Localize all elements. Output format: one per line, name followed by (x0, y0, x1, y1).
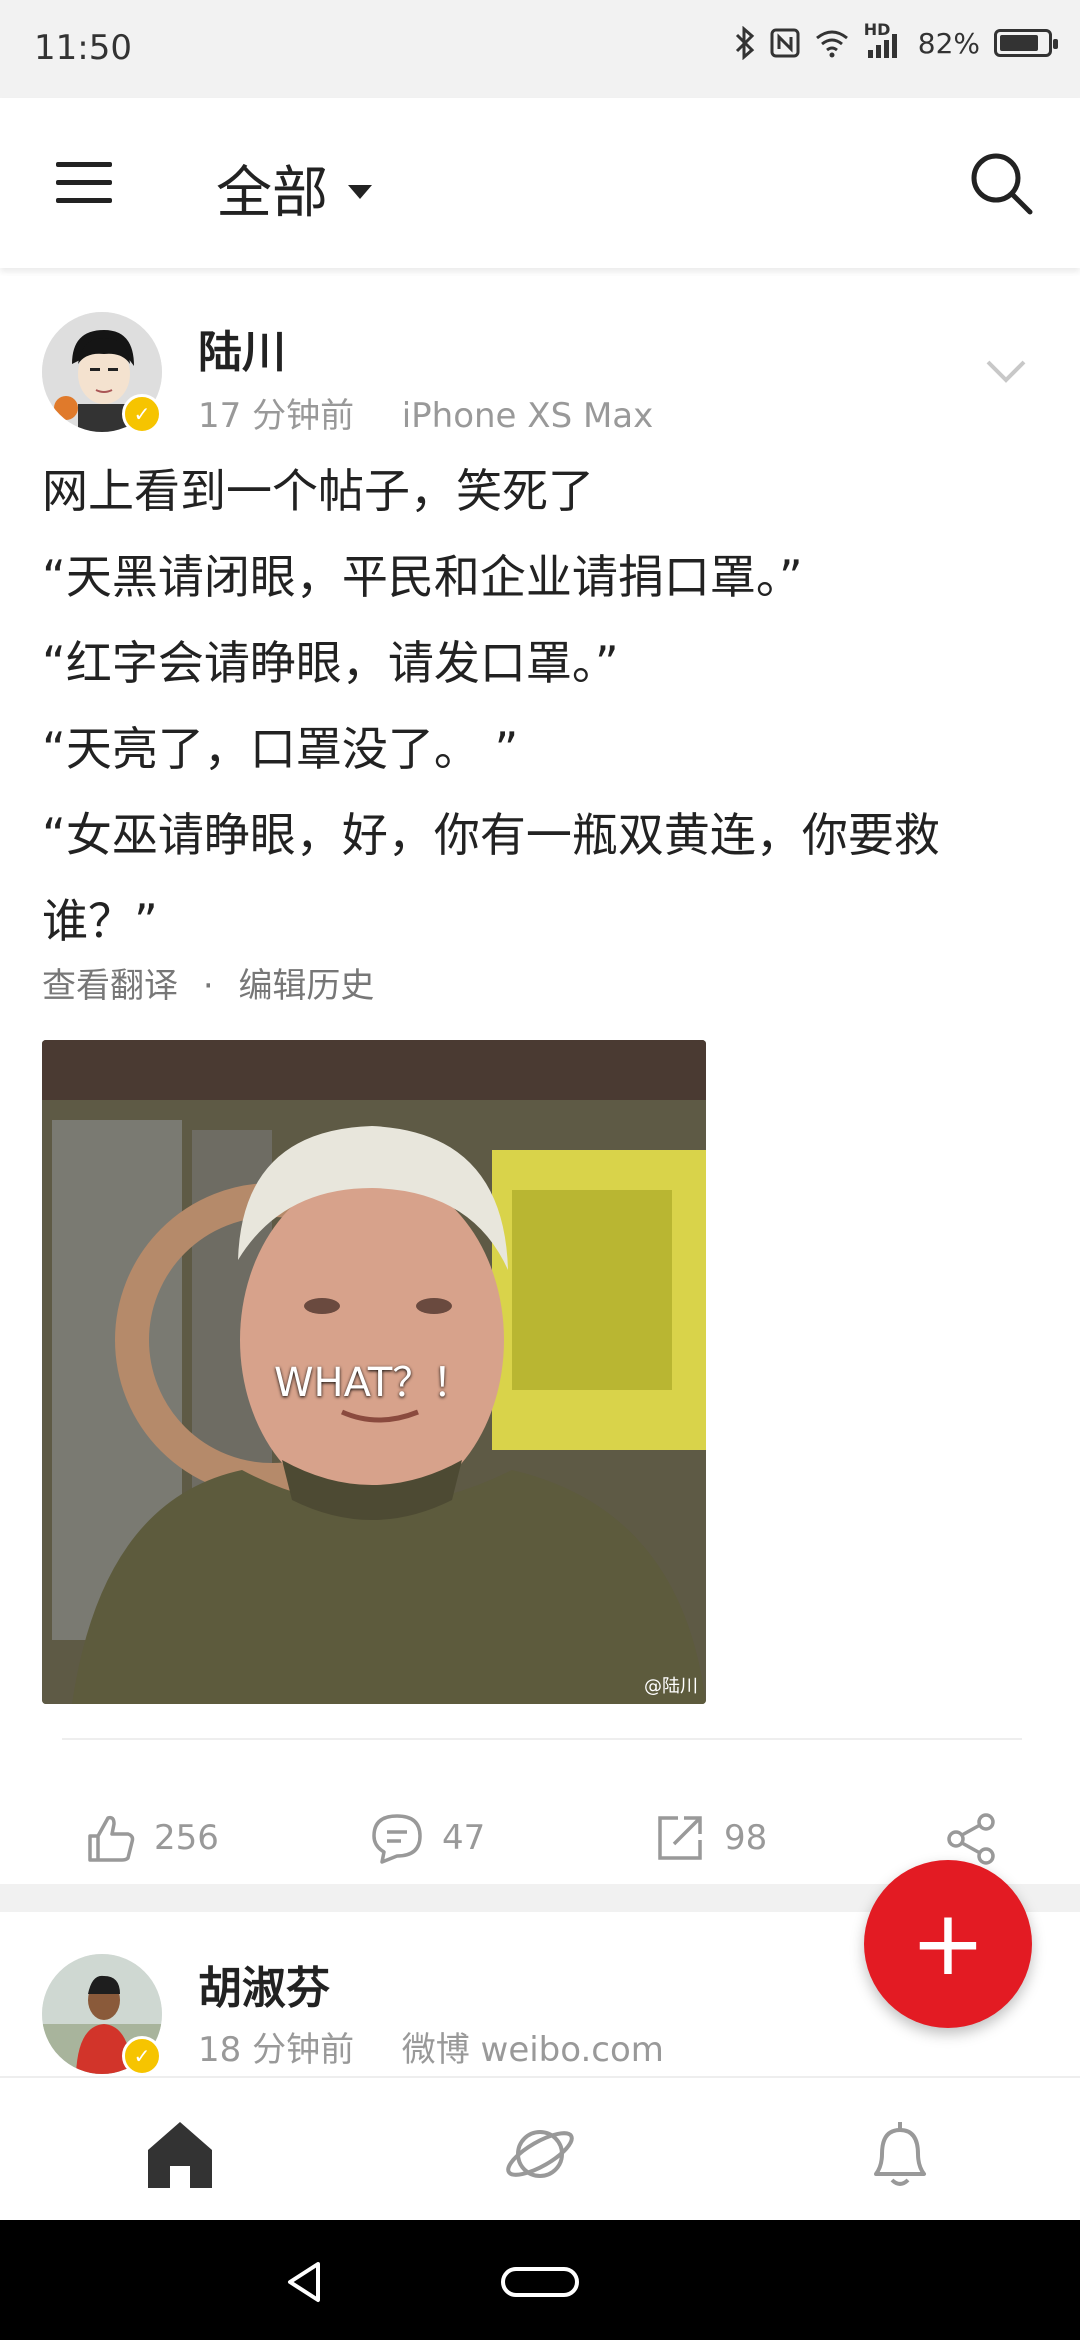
comment-bubble-icon (372, 1814, 422, 1864)
edit-history-link[interactable]: 编辑历史 (238, 966, 374, 1006)
link-separator: · (202, 966, 214, 1006)
battery-fill (1000, 35, 1038, 51)
post-line: 谁？” (42, 894, 158, 948)
post-time: 18 分钟前 (198, 2030, 355, 2070)
post-meta: 17 分钟前 iPhone XS Max (198, 388, 653, 437)
status-bar: 11:50 HD 82% (0, 0, 1080, 98)
post-line: “女巫请睁眼，好，你有一瓶双黄连，你要救 (42, 808, 940, 862)
image-watermark: @陆川 (644, 1676, 698, 1697)
repost-share-out-icon (658, 1816, 702, 1860)
search-icon[interactable] (966, 148, 1036, 218)
verified-badge-icon: ✓ (122, 2036, 162, 2076)
nfc-icon (770, 28, 800, 58)
menu-icon[interactable] (56, 162, 112, 204)
comment-button[interactable]: 47 (370, 1812, 485, 1864)
dropdown-triangle-icon (348, 184, 372, 199)
post-card[interactable]: ✓ 陆川 17 分钟前 iPhone XS Max 网上看到一个帖子，笑死了 “… (0, 276, 1080, 1880)
wifi-icon (815, 30, 848, 58)
post-line: “红字会请睁眼，请发口罩。” (42, 636, 619, 690)
notifications-bell-icon[interactable] (860, 2114, 940, 2194)
system-nav-bar (0, 2220, 1080, 2340)
bottom-tab-bar (0, 2076, 1080, 2222)
bluetooth-icon (735, 26, 754, 60)
feed-filter-dropdown[interactable]: 全部 (216, 148, 372, 229)
back-nav-icon[interactable] (284, 2260, 324, 2304)
thumbs-up-icon (88, 1815, 135, 1862)
post-meta: 18 分钟前 微博 weibo.com (198, 2022, 664, 2071)
page-title: 全部 (216, 161, 328, 226)
post-line: “天黑请闭眼，平民和企业请捐口罩。” (42, 550, 803, 604)
post-source: iPhone XS Max (401, 396, 654, 436)
post-body: 网上看到一个帖子，笑死了 “天黑请闭眼，平民和企业请捐口罩。” “红字会请睁眼，… (42, 448, 1042, 964)
post-line: 网上看到一个帖子，笑死了 (42, 464, 594, 518)
post-source: 微博 weibo.com (401, 2030, 664, 2070)
comment-count: 47 (442, 1818, 486, 1858)
post-author[interactable]: 陆川 (198, 316, 286, 380)
post-links: 查看翻译 · 编辑历史 (42, 958, 374, 1007)
status-icons: HD 82% (734, 20, 1058, 60)
battery-icon (994, 29, 1058, 57)
post-time: 17 分钟前 (198, 396, 355, 436)
repost-button[interactable]: 98 (654, 1812, 767, 1864)
plus-icon: + (910, 1891, 986, 1996)
post-image[interactable]: WHAT？！ @陆川 (42, 1040, 706, 1704)
share-icon (947, 1813, 995, 1865)
battery-percent: 82% (917, 26, 980, 60)
top-app-bar: 全部 (0, 98, 1080, 268)
post-line: “天亮了，口罩没了。 ” (42, 722, 519, 776)
share-button[interactable] (944, 1812, 998, 1866)
image-caption: WHAT？！ (274, 1360, 473, 1406)
verified-badge-icon: ✓ (122, 394, 162, 434)
chevron-down-icon[interactable] (984, 356, 1028, 386)
repost-count: 98 (724, 1818, 768, 1858)
compose-fab[interactable]: + (864, 1860, 1032, 2028)
like-count: 256 (154, 1818, 219, 1858)
translate-link[interactable]: 查看翻译 (42, 966, 178, 1006)
discover-planet-icon[interactable] (500, 2114, 580, 2194)
signal-icon: HD (864, 20, 904, 60)
home-nav-icon[interactable] (500, 2266, 580, 2298)
divider (62, 1738, 1022, 1740)
home-icon[interactable] (140, 2114, 220, 2194)
post-author[interactable]: 胡淑芬 (198, 1952, 330, 2016)
status-time: 11:50 (34, 28, 132, 68)
like-button[interactable]: 256 (84, 1812, 219, 1864)
